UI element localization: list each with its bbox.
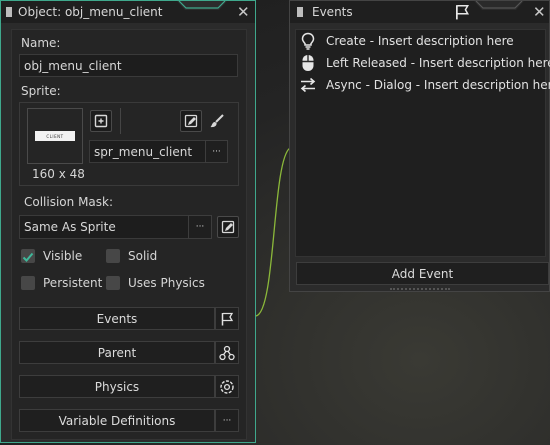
new-sprite-button[interactable] [90, 110, 112, 132]
flag-icon [221, 312, 234, 325]
sprite-thumbnail-text: CLIENT [46, 133, 64, 139]
physics-button[interactable]: Physics [19, 375, 215, 398]
events-button[interactable]: Events [19, 307, 215, 330]
parent-button[interactable]: Parent [19, 341, 215, 364]
event-label: Left Released - Insert description here [326, 56, 550, 70]
titlebar-notch [177, 1, 227, 10]
event-label: Async - Dialog - Insert description here [326, 78, 550, 92]
persistent-checkbox[interactable] [21, 276, 35, 290]
event-item-async-dialog[interactable]: Async - Dialog - Insert description here [298, 75, 550, 95]
visible-label: Visible [43, 249, 83, 263]
solid-checkbox[interactable] [106, 249, 120, 263]
brush-icon [210, 114, 224, 128]
object-name-input[interactable]: obj_menu_client [19, 54, 238, 77]
object-window-titlebar[interactable]: Object: obj_menu_client ✕ [1, 1, 255, 23]
add-event-button[interactable]: Add Event [296, 262, 549, 285]
lightbulb-icon [301, 32, 315, 50]
resize-grip[interactable] [390, 288, 450, 292]
sprite-label: Sprite: [21, 84, 61, 98]
atom-icon [220, 379, 234, 394]
edit-sprite-button[interactable] [180, 110, 202, 132]
edit-collision-mask-button[interactable] [217, 216, 239, 238]
event-label: Create - Insert description here [326, 34, 514, 48]
collision-mask-browse-button[interactable]: ··· [188, 215, 212, 239]
collision-mask-field[interactable]: Same As Sprite [19, 215, 189, 239]
edit-image-icon [184, 114, 198, 128]
uses-physics-label: Uses Physics [128, 276, 205, 290]
mouse-icon [302, 55, 314, 71]
brush-button[interactable] [206, 110, 228, 132]
edit-image-icon [221, 220, 235, 234]
event-item-create[interactable]: Create - Insert description here [298, 31, 514, 51]
hierarchy-icon [219, 345, 235, 360]
events-toggle-button[interactable] [215, 307, 239, 330]
events-window-title: Events [312, 5, 353, 19]
close-icon[interactable]: ✕ [533, 5, 546, 20]
swap-arrows-icon [300, 77, 316, 93]
persistent-label: Persistent [43, 276, 103, 290]
sprite-toolbar-divider [120, 108, 121, 134]
physics-toggle-button[interactable] [215, 375, 239, 398]
variable-definitions-button[interactable]: Variable Definitions [19, 409, 215, 432]
sprite-name-field[interactable]: spr_menu_client [89, 140, 206, 163]
solid-label: Solid [128, 249, 158, 263]
titlebar-notch [474, 1, 524, 10]
window-drag-icon [6, 7, 12, 17]
name-label: Name: [21, 36, 61, 50]
flag-icon[interactable] [454, 4, 470, 20]
parent-toggle-button[interactable] [215, 341, 239, 364]
object-editor-window: Object: obj_menu_client ✕ Name: obj_menu… [0, 0, 256, 443]
event-item-left-released[interactable]: Left Released - Insert description here [298, 53, 550, 73]
window-drag-icon [297, 7, 303, 17]
sprite-browse-button[interactable]: ··· [205, 140, 228, 163]
object-window-title: Object: obj_menu_client [18, 5, 163, 19]
sprite-thumbnail: CLIENT [35, 131, 75, 141]
events-window: Events ✕ Create - Insert description her… [289, 0, 550, 292]
checkmark-icon [22, 252, 34, 262]
new-sprite-icon [94, 114, 108, 128]
visible-checkbox[interactable] [21, 249, 35, 263]
collision-mask-label: Collision Mask: [24, 195, 114, 209]
uses-physics-checkbox[interactable] [106, 276, 120, 290]
events-window-titlebar[interactable]: Events ✕ [290, 1, 549, 23]
sprite-preview[interactable]: CLIENT [27, 108, 83, 164]
variable-definitions-more-button[interactable]: ··· [215, 409, 239, 432]
sprite-size-label: 160 x 48 [32, 167, 85, 181]
close-icon[interactable]: ✕ [237, 5, 250, 20]
